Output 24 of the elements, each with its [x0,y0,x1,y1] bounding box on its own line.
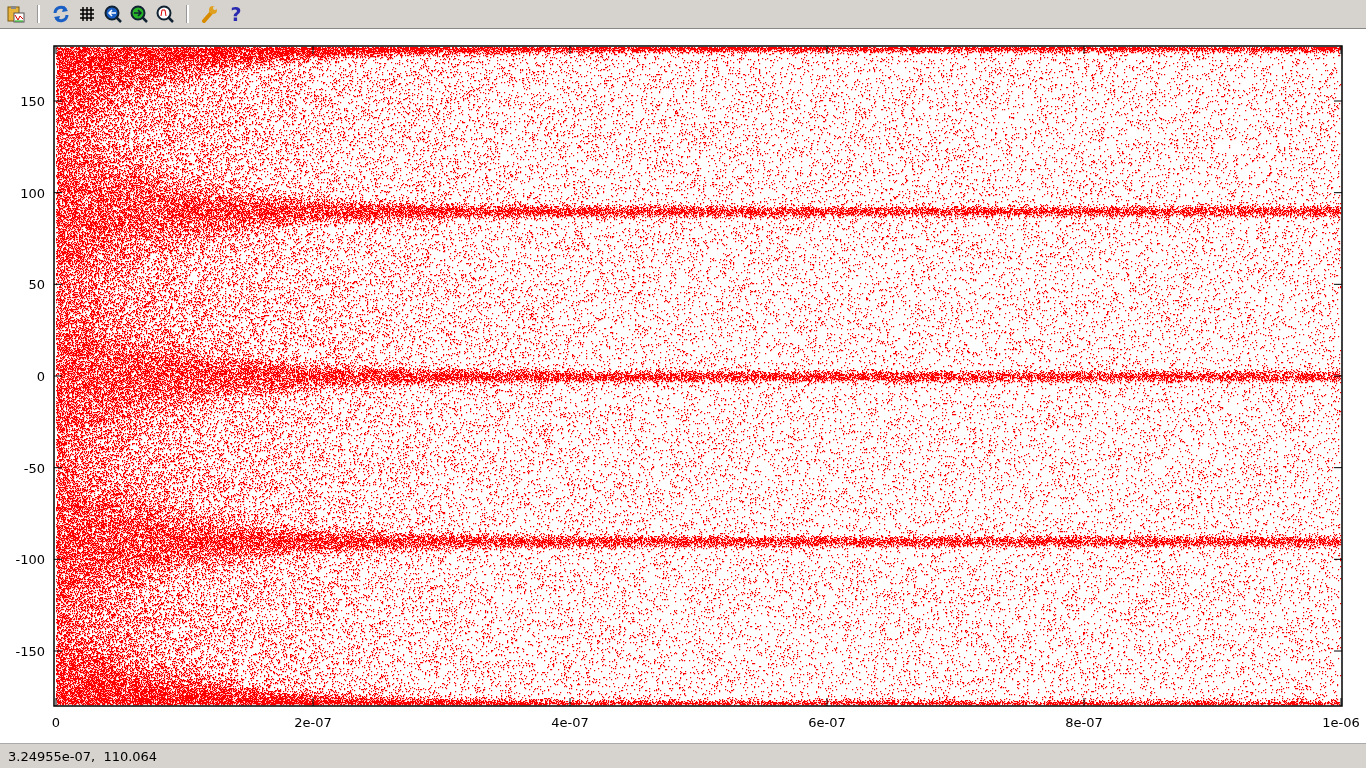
autoscale-button[interactable] [154,3,176,25]
refresh-icon [52,5,70,23]
y-axis-label: -150 [15,644,45,659]
y-axis-label: 100 [20,185,45,201]
y-axis-label: -100 [15,552,45,568]
clipboard-chart-icon [7,5,25,23]
grid-icon [79,6,95,22]
help-button[interactable]: ? [225,3,247,25]
cursor-coordinates: 3.24955e-07, 110.064 [8,748,158,764]
x-axis-label: 1e-06 [1322,715,1360,730]
x-axis-label: 8e-07 [1065,715,1103,730]
x-axis-label: 0 [51,715,61,730]
x-axis-label: 6e-07 [808,715,846,730]
x-axis-label: 2e-07 [294,715,332,730]
x-axis-label: 4e-07 [551,715,589,730]
zoom-next-button[interactable] [128,3,150,25]
zoom-previous-button[interactable] [102,3,124,25]
y-axis-label: 150 [20,94,45,109]
copy-button[interactable] [5,3,27,25]
y-axis-label: 0 [36,369,45,384]
y-axis-label: 50 [28,277,45,293]
y-axis-label: -50 [23,460,45,476]
wrench-icon [201,5,219,23]
zoom-chart-icon [156,5,174,23]
